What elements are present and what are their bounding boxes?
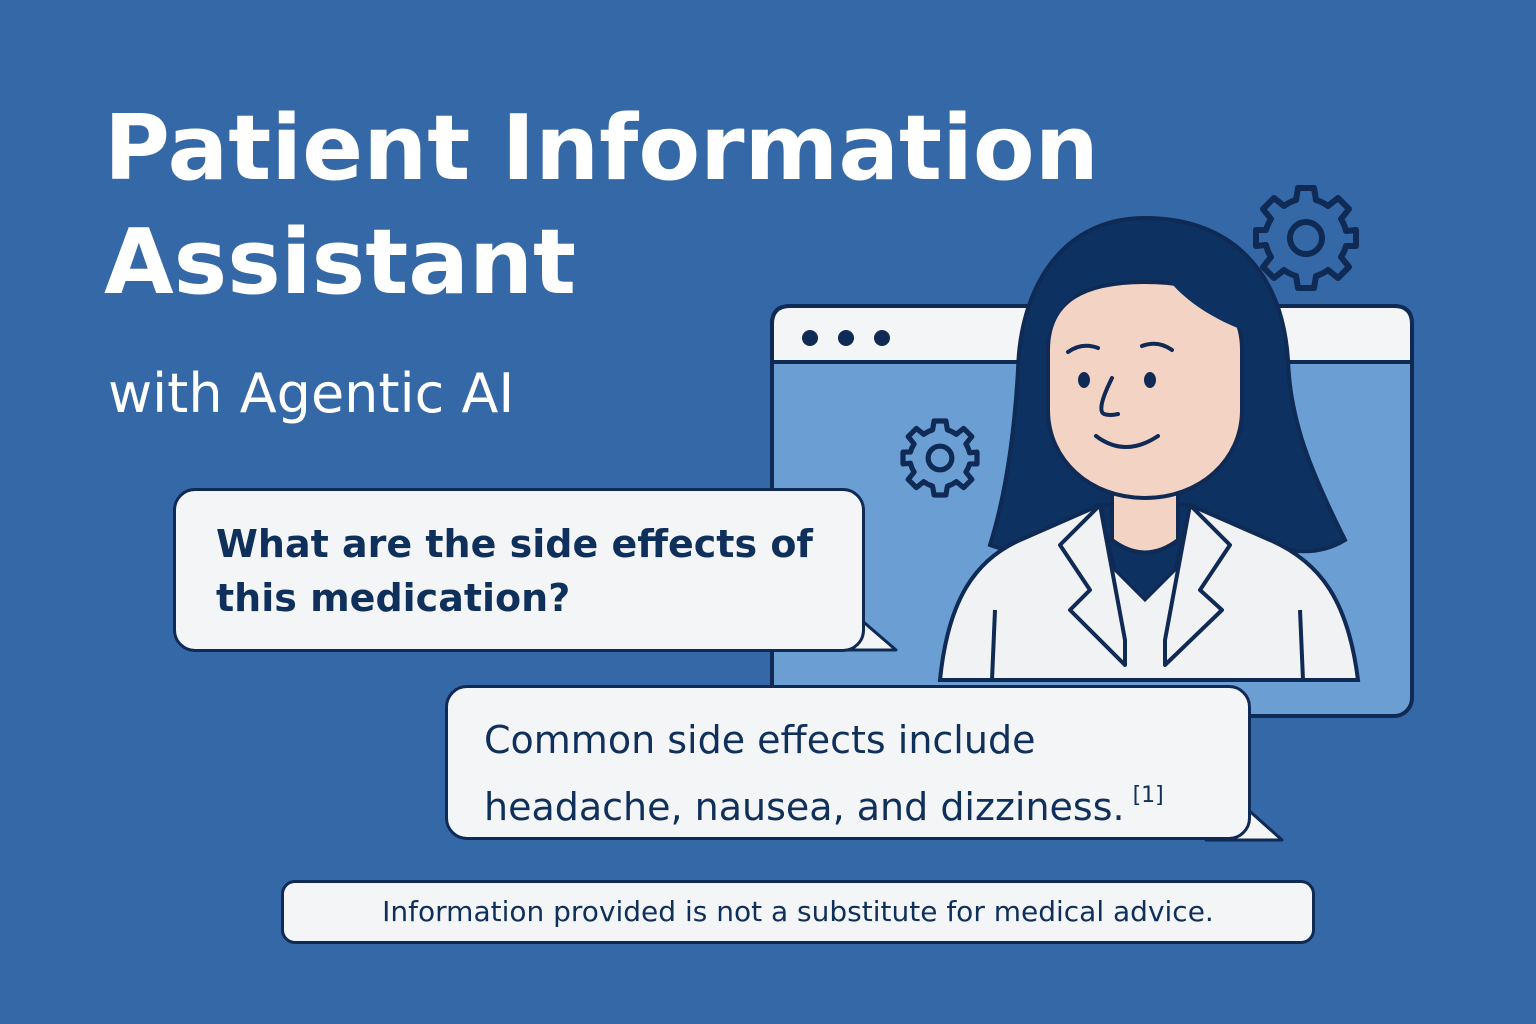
gear-icon [1253, 185, 1359, 291]
disclaimer-banner: Information provided is not a substitute… [281, 880, 1315, 944]
window-dot-icon [874, 330, 890, 346]
question-text: What are the side effects of this medica… [216, 522, 813, 620]
window-dot-icon [802, 330, 818, 346]
answer-text: Common side effects include headache, na… [484, 718, 1125, 829]
citation-marker[interactable]: [1] [1133, 783, 1164, 808]
answer-bubble: Common side effects include headache, na… [445, 685, 1251, 840]
question-bubble: What are the side effects of this medica… [173, 488, 865, 652]
disclaimer-text: Information provided is not a substitute… [382, 895, 1214, 928]
window-dot-icon [838, 330, 854, 346]
